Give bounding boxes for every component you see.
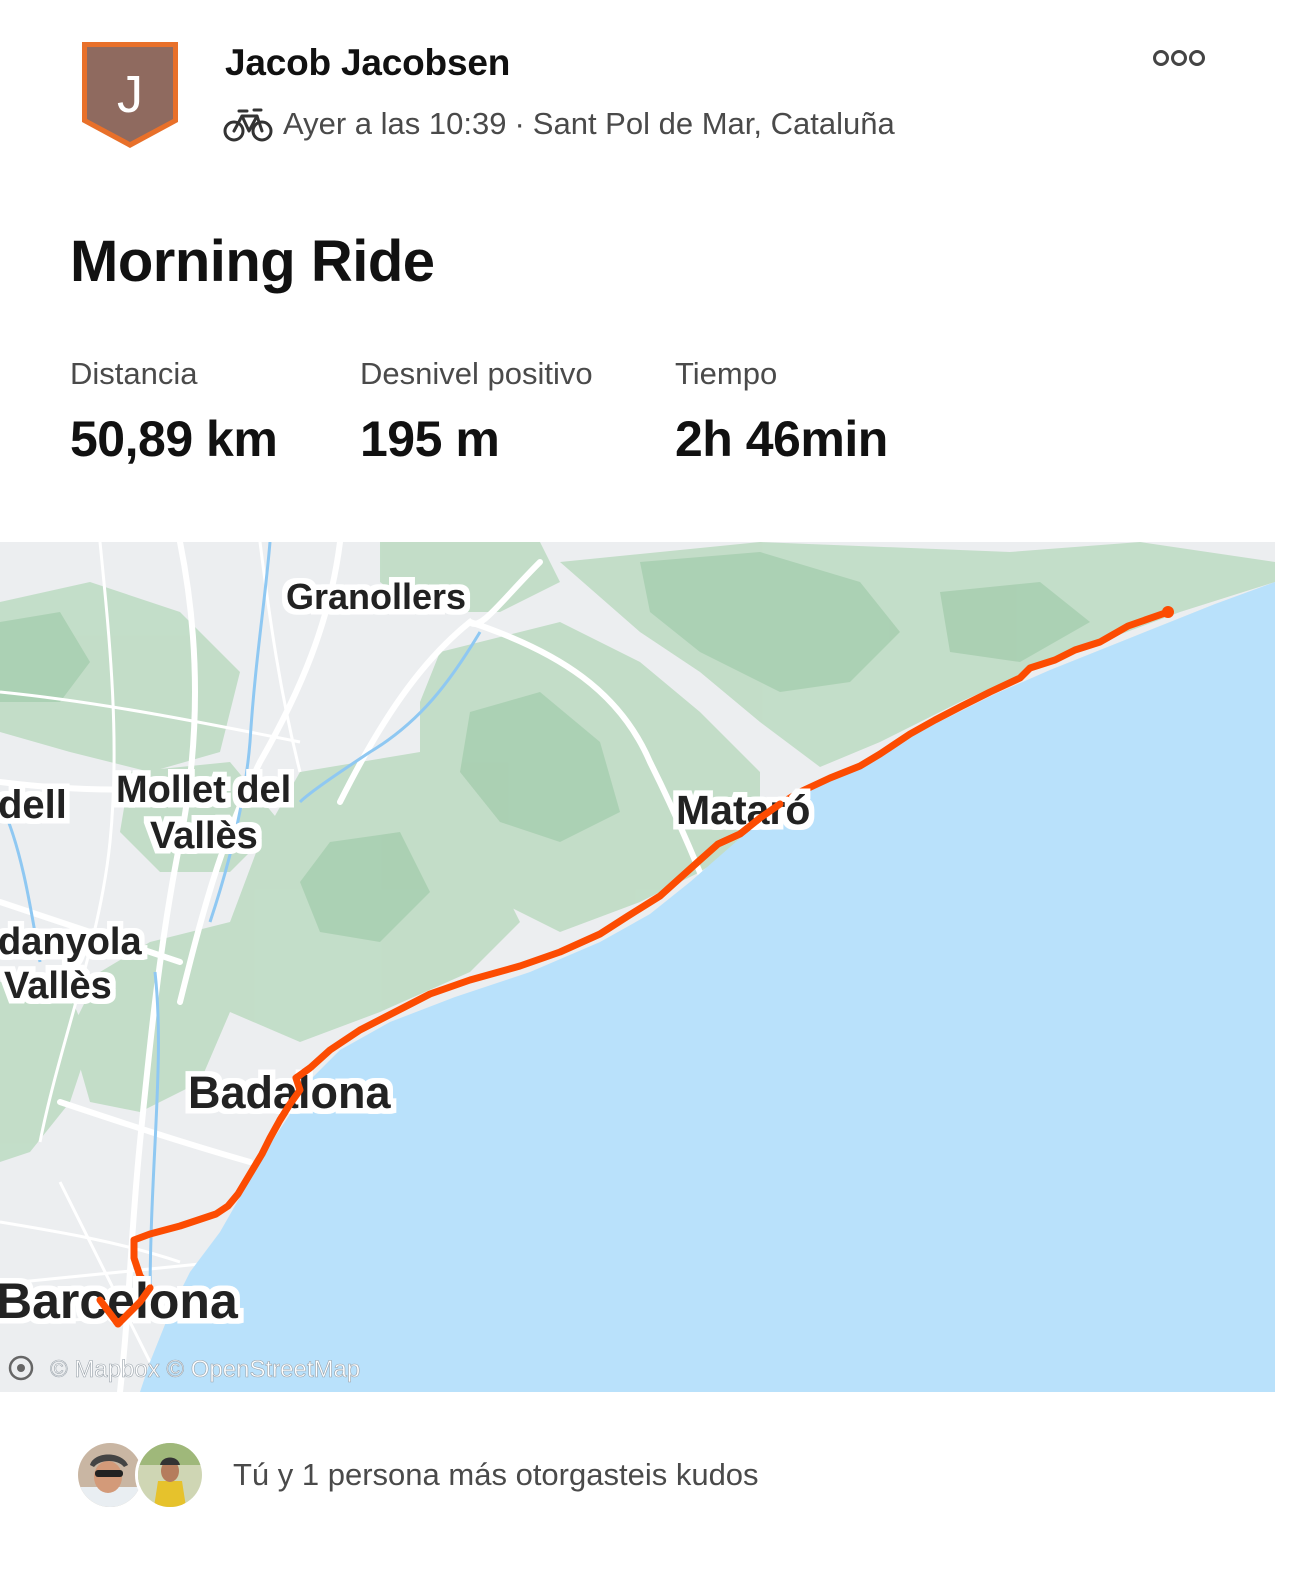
athlete-name[interactable]: Jacob Jacobsen [225,42,510,84]
stat-value: 195 m [360,411,500,467]
stat-elevation: Desnivel positivo 195 m [360,356,593,468]
route-start-marker [1162,606,1174,618]
stat-label: Desnivel positivo [360,356,593,391]
activity-title[interactable]: Morning Ride [70,228,435,295]
avatar-initial: J [117,66,143,124]
map-label-mollet-line1: Mollet del [116,769,291,811]
map-label-sabadell: dell [0,783,67,827]
activity-location: Sant Pol de Mar, Cataluña [532,106,895,141]
more-options-button[interactable] [1150,44,1208,72]
route-map[interactable]: Granollers Mollet del Vallès dell danyol… [0,542,1275,1392]
stat-time: Tiempo 2h 46min [675,356,888,468]
map-label-mataro: Mataró [676,787,810,833]
stat-distance: Distancia 50,89 km [70,356,278,468]
stat-label: Distancia [70,356,198,391]
activity-meta: Ayer a las 10:39 · Sant Pol de Mar, Cata… [223,104,895,144]
kudos-text[interactable]: Tú y 1 persona más otorgasteis kudos [233,1457,759,1493]
map-label-mollet-line2: Vallès [150,815,258,857]
athlete-avatar[interactable]: J [80,40,180,150]
activity-timestamp: Ayer a las 10:39 [283,106,507,141]
stat-value: 2h 46min [675,411,888,467]
kudos-row[interactable]: Tú y 1 persona más otorgasteis kudos [75,1438,759,1512]
bike-icon [223,108,273,142]
map-label-cerdanyola-line1: danyola [0,921,142,963]
meta-separator: · [514,106,525,141]
map-label-granollers: Granollers [286,576,466,617]
more-options-icon [1153,50,1205,66]
map-attribution[interactable]: © Mapbox © OpenStreetMap [8,1356,361,1384]
stat-value: 50,89 km [70,411,278,467]
attribution-text[interactable]: © Mapbox © OpenStreetMap [50,1356,361,1384]
map-label-cerdanyola-line2: Vallès [4,965,112,1007]
stat-label: Tiempo [675,356,778,391]
kudos-avatar-2[interactable] [135,1440,205,1510]
